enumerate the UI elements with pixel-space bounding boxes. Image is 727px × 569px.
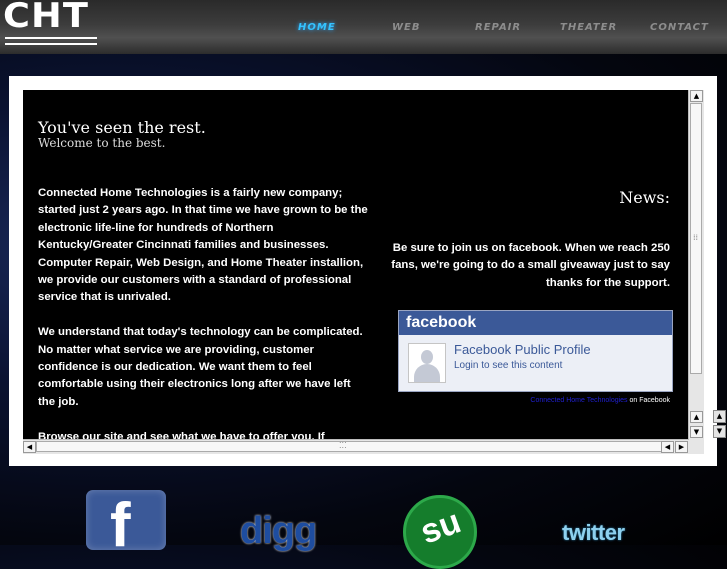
intro-text: Connected Home Technologies is a fairly … [38, 185, 368, 440]
grip-icon: ⁞⁞ [693, 233, 699, 242]
content-area: You've seen the rest. Welcome to the bes… [23, 90, 689, 440]
scroll-left-icon[interactable]: ◀ [661, 441, 674, 453]
subheadline: Welcome to the best. [38, 136, 166, 150]
scroll-up-icon[interactable]: ▲ [713, 410, 726, 423]
facebook-glyph: f [110, 491, 131, 560]
intro-paragraph: Connected Home Technologies is a fairly … [38, 187, 368, 304]
facebook-brand: facebook [399, 311, 672, 335]
vertical-scrollbar[interactable]: ▲ ⁞⁞ ▲ ▼ [688, 90, 704, 440]
scroll-up-icon[interactable]: ▲ [690, 411, 703, 423]
main-nav: HOME WEB REPAIR THEATER CONTACT [0, 22, 727, 36]
logo-underline [5, 37, 97, 39]
scroll-up-icon[interactable]: ▲ [690, 90, 703, 102]
page-scrollbar[interactable]: ▲ ▼ [713, 404, 727, 440]
facebook-profile-link[interactable]: Facebook Public Profile [454, 342, 591, 357]
stumbleupon-icon[interactable]: su [403, 495, 477, 569]
stumbleupon-glyph: su [415, 502, 466, 552]
site-header: CHT HOME WEB REPAIR THEATER CONTACT [0, 0, 727, 54]
nav-web[interactable]: WEB [392, 22, 420, 33]
headline: You've seen the rest. [38, 118, 206, 137]
scroll-down-icon[interactable]: ▼ [713, 425, 726, 438]
nav-repair[interactable]: REPAIR [475, 22, 521, 33]
profile-avatar-icon[interactable] [408, 343, 446, 383]
twitter-icon[interactable]: twitter [562, 520, 625, 546]
scroll-down-icon[interactable]: ▼ [690, 426, 703, 438]
content-iframe: You've seen the rest. Welcome to the bes… [23, 90, 704, 454]
horizontal-scroll-thumb[interactable]: ⁚⁚⁚ [36, 441, 662, 452]
grip-icon: ⁚⁚⁚ [339, 441, 347, 450]
avatar-body [414, 364, 440, 382]
scroll-right-icon[interactable]: ▶ [675, 441, 688, 453]
scroll-left-icon[interactable]: ◀ [23, 441, 36, 453]
news-body: Be sure to join us on facebook. When we … [391, 242, 670, 289]
nav-theater[interactable]: THEATER [560, 22, 617, 33]
avatar-head [421, 350, 433, 364]
facebook-login-link[interactable]: Login to see this content [454, 360, 562, 371]
facebook-footer-suffix: on Facebook [629, 397, 670, 404]
facebook-page-link[interactable]: Connected Home Technologies [530, 397, 627, 404]
logo-underline [5, 43, 97, 45]
horizontal-scrollbar[interactable]: ◀ ⁚⁚⁚ ◀ ▶ [23, 439, 689, 454]
scrollbar-corner [689, 440, 704, 454]
digg-icon[interactable]: digg [240, 505, 326, 552]
facebook-icon[interactable]: f [86, 490, 166, 560]
intro-paragraph: We understand that today's technology ca… [38, 326, 363, 408]
nav-contact[interactable]: CONTACT [650, 22, 709, 33]
nav-home[interactable]: HOME [298, 22, 336, 33]
content-frame: You've seen the rest. Welcome to the bes… [9, 76, 717, 466]
vertical-scroll-thumb[interactable]: ⁞⁞ [690, 103, 702, 374]
news-title: News: [619, 188, 670, 207]
facebook-widget: facebook Facebook Public Profile Login t… [398, 310, 673, 392]
facebook-footer: Connected Home Technologies on Facebook [530, 397, 670, 404]
